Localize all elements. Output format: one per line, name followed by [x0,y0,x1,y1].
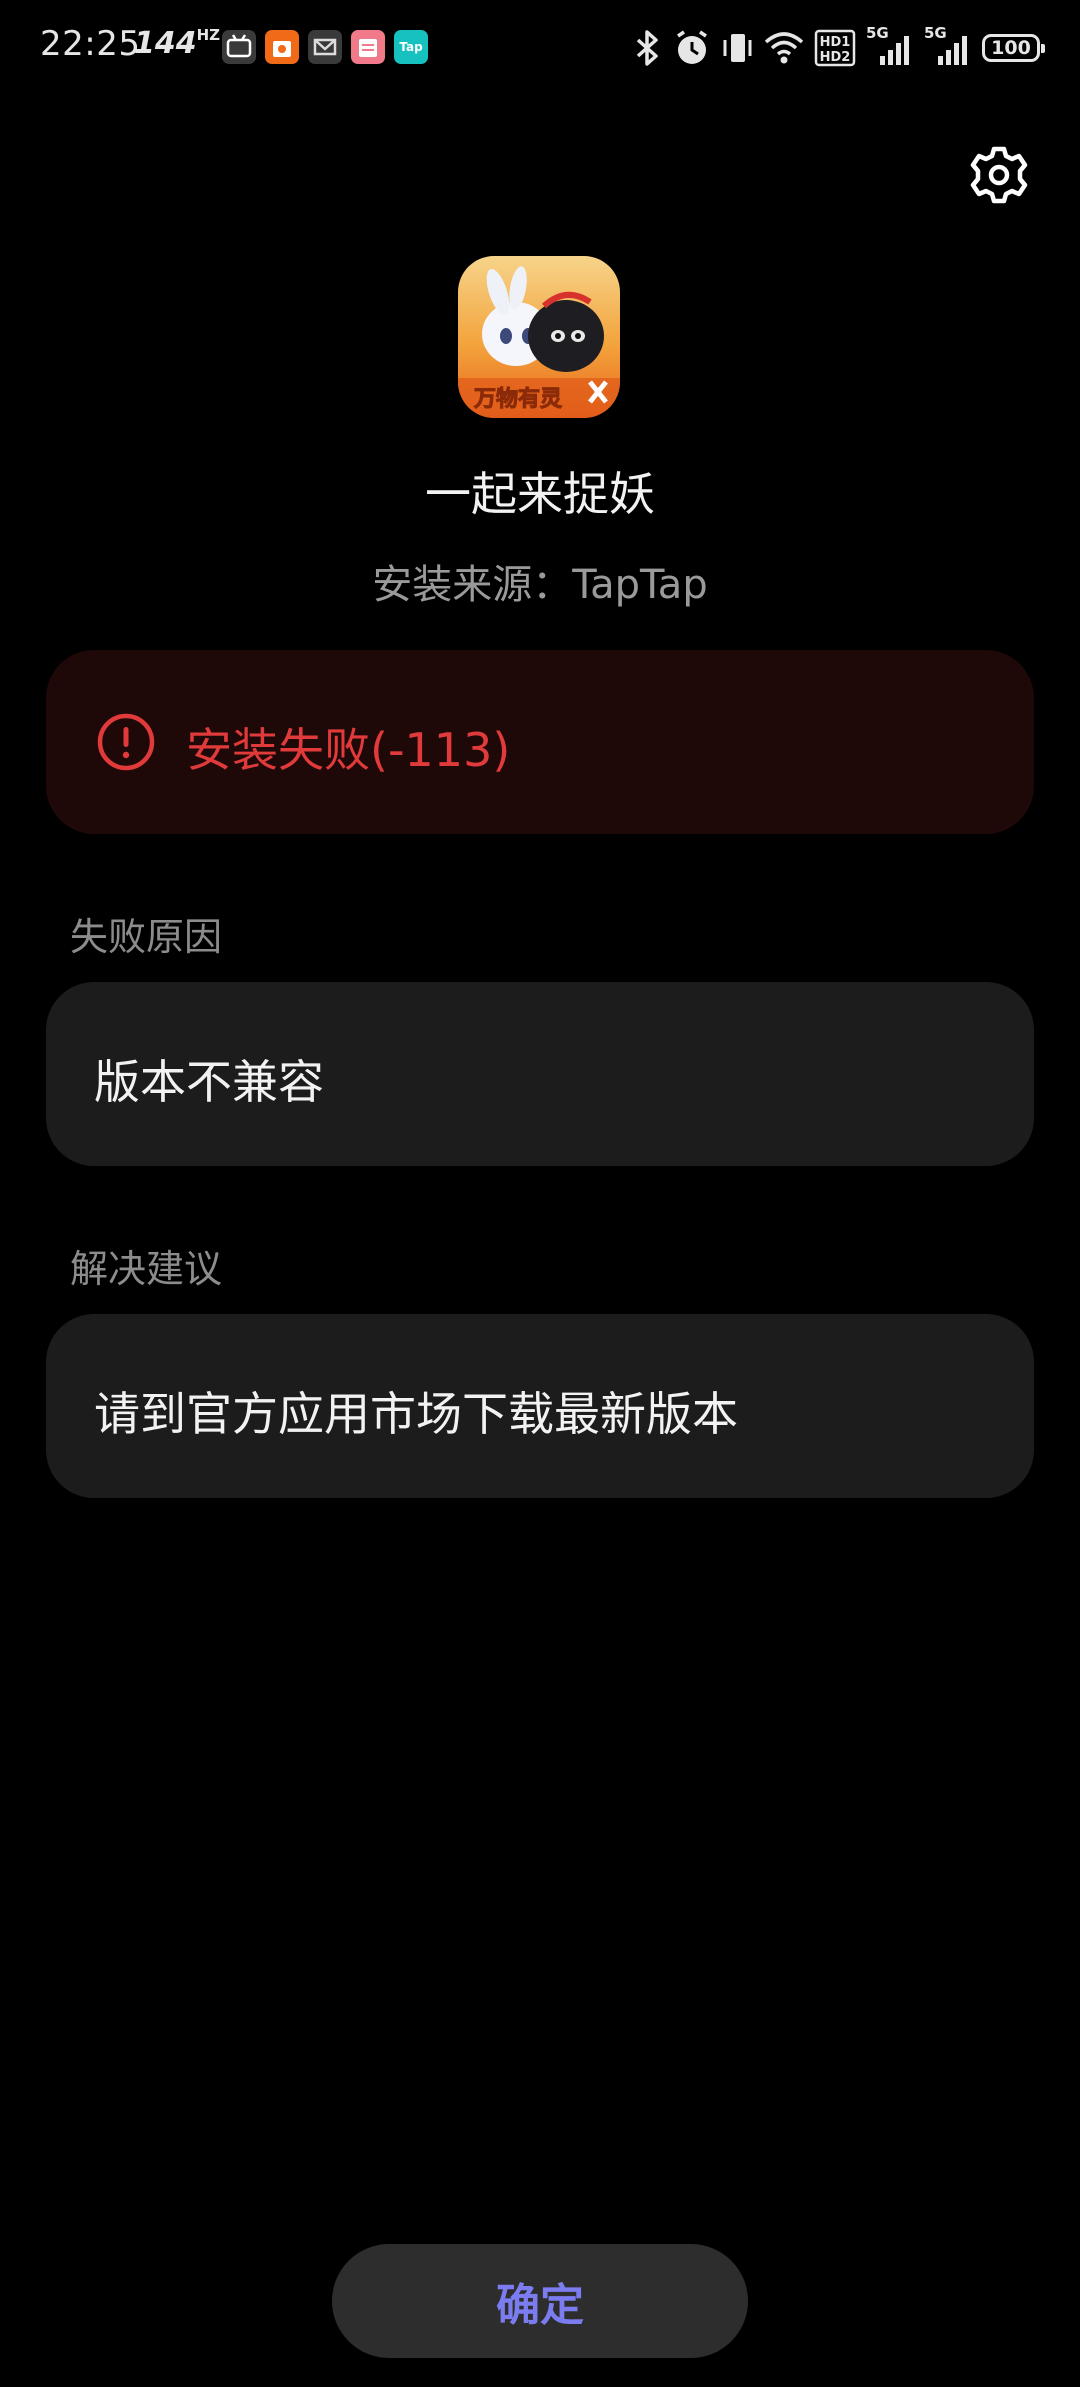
gear-icon [970,146,1028,204]
error-card: 安装失败(-113) [46,650,1034,834]
failure-reason-label: 失败原因 [70,915,223,959]
app-icon-text: 万物有灵 [473,386,562,412]
error-circle-icon [97,713,155,771]
hd-icon: HD1 HD2 [814,29,856,67]
settings-button[interactable] [968,144,1030,206]
install-source: 安装来源：TapTap [372,562,708,608]
hd-top-label: HD1 [820,35,851,50]
failure-reason-card: 版本不兼容 [46,982,1034,1166]
signal-1-icon: 5G [866,24,916,68]
mail-icon [308,30,342,64]
bag-icon [265,30,299,64]
hd-bottom-label: HD2 [820,50,851,65]
suggestion-label: 解决建议 [70,1247,223,1291]
bluetooth-icon [636,30,658,66]
refresh-rate-value: 144 [134,26,197,61]
vibrate-icon [723,34,752,62]
alarm-icon [677,30,707,64]
error-message: 安装失败(-113) [186,723,511,777]
status-icons: HD1 HD2 5G 5G 100 [630,24,1045,70]
wifi-icon [764,32,804,64]
status-bar: 22:25 144HZ Tap HD1 HD2 5G 5G 100 [0,0,1080,96]
suggestion-card: 请到官方应用市场下载最新版本 [46,1314,1034,1498]
app-name: 一起来捉妖 [425,467,655,521]
bilibili-icon [222,30,256,64]
status-time: 22:25 [40,24,141,64]
confirm-button[interactable]: 确定 [332,2244,748,2358]
refresh-rate-unit: HZ [196,26,221,44]
calendar-icon [351,30,385,64]
app-icon: 万物有灵 [458,256,620,418]
taptap-icon: Tap [394,30,428,64]
battery-icon: 100 [982,34,1045,62]
refresh-rate: 144HZ [134,26,220,61]
suggestion-value: 请到官方应用市场下载最新版本 [94,1387,738,1441]
failure-reason-value: 版本不兼容 [94,1055,324,1109]
signal-2-icon: 5G [924,24,974,68]
